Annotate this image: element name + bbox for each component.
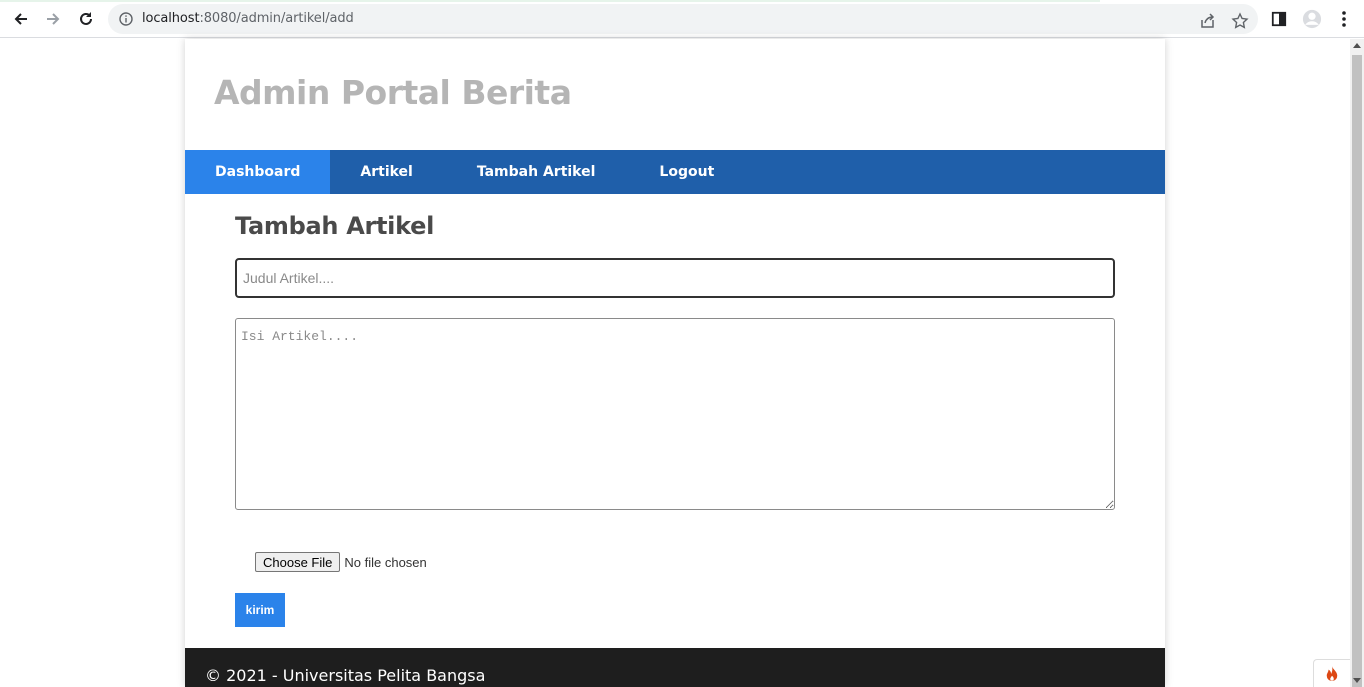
browser-toolbar: localhost:8080/admin/artikel/add: [0, 0, 1364, 38]
back-arrow-icon[interactable]: [10, 8, 32, 30]
choose-file-button[interactable]: Choose File: [255, 552, 341, 572]
scroll-up-icon[interactable]: [1353, 43, 1361, 48]
main-navbar: Dashboard Artikel Tambah Artikel Logout: [185, 150, 1165, 194]
scroll-down-icon[interactable]: [1353, 678, 1361, 683]
load-progress-bar: [0, 0, 1100, 2]
page-viewport: Admin Portal Berita Dashboard Artikel Ta…: [0, 39, 1350, 687]
file-upload: Choose File No file chosen: [255, 552, 427, 572]
nav-item-artikel[interactable]: Artikel: [330, 150, 442, 194]
article-title-input[interactable]: [235, 258, 1115, 298]
main-container: Admin Portal Berita Dashboard Artikel Ta…: [185, 39, 1165, 687]
article-body-textarea[interactable]: [235, 318, 1115, 510]
vertical-scrollbar[interactable]: [1350, 39, 1364, 687]
nav-item-dashboard[interactable]: Dashboard: [185, 150, 331, 194]
footer-text: © 2021 - Universitas Pelita Bangsa: [205, 666, 486, 685]
profile-icon[interactable]: [1301, 8, 1323, 30]
url-path: :8080/admin/artikel/add: [199, 11, 354, 26]
menu-dots-icon[interactable]: [1333, 8, 1355, 30]
forward-arrow-icon[interactable]: [42, 8, 64, 30]
page-title: Tambah Artikel: [235, 212, 435, 240]
url-host: localhost: [142, 11, 200, 26]
address-bar[interactable]: localhost:8080/admin/artikel/add: [108, 4, 1258, 34]
share-icon[interactable]: [1199, 12, 1217, 30]
debug-toolbar-button[interactable]: [1313, 659, 1350, 687]
side-panel-icon[interactable]: [1268, 8, 1290, 30]
site-title: Admin Portal Berita: [214, 73, 572, 112]
flame-icon: [1326, 665, 1338, 681]
site-footer: © 2021 - Universitas Pelita Bangsa: [185, 648, 1165, 687]
scrollbar-thumb[interactable]: [1352, 55, 1362, 687]
file-status-text: No file chosen: [344, 554, 427, 570]
nav-item-logout[interactable]: Logout: [629, 150, 744, 194]
url-text: localhost:8080/admin/artikel/add: [142, 11, 354, 26]
submit-button[interactable]: kirim: [235, 593, 285, 627]
star-icon[interactable]: [1231, 12, 1249, 30]
site-header: Admin Portal Berita: [185, 39, 1165, 150]
nav-item-tambah-artikel[interactable]: Tambah Artikel: [443, 150, 630, 194]
reload-icon[interactable]: [75, 8, 97, 30]
info-icon[interactable]: [119, 12, 133, 26]
